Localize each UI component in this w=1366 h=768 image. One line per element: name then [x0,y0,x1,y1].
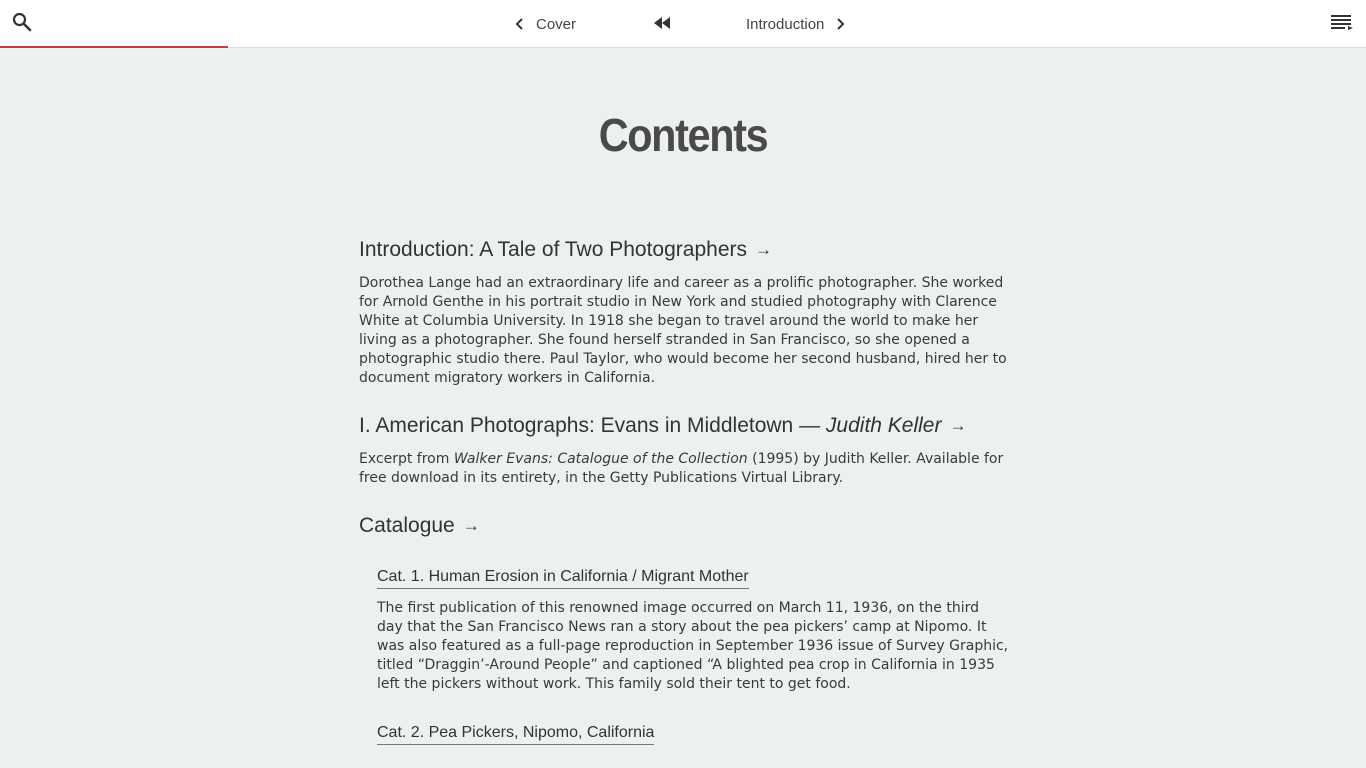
reading-progress-bar [0,46,229,48]
prev-page-link[interactable]: Cover [514,12,576,36]
search-icon [12,12,32,36]
top-navbar: Cover Introduction [0,0,1366,48]
contents-list: Introduction: A Tale of Two Photographer… [359,238,1009,768]
catalogue-link[interactable]: Catalogue → [359,514,1009,538]
catalogue-item-description: The first publication of this renowned i… [377,600,1009,692]
menu-icon [1331,14,1353,34]
evans-desc-prefix: Excerpt from [359,451,450,467]
evans-heading-author: Judith Keller [825,414,942,437]
arrow-right-icon: → [949,416,967,435]
catalogue-item: Cat. 1. Human Erosion in California / Mi… [377,566,1009,694]
evans-description: Excerpt from Walker Evans: Catalogue of … [359,450,1009,488]
contents-entry-evans: I. American Photographs: Evans in Middle… [359,414,1009,488]
first-page-button[interactable] [650,14,674,34]
rewind-icon [652,15,672,34]
search-button[interactable] [10,12,34,36]
catalogue-heading: Catalogue [359,514,455,537]
page-title: Contents [598,109,769,161]
chevron-right-icon [834,18,846,30]
evans-heading-main: I. American Photographs: Evans in Middle… [359,414,821,437]
introduction-heading: Introduction: A Tale of Two Photographer… [359,238,747,261]
catalogue-item-link[interactable]: Cat. 2. Pea Pickers, Nipomo, California [377,724,655,745]
contents-entry-catalogue: Catalogue → Cat. 1. Human Erosion in Cal… [359,514,1009,745]
prev-page-label: Cover [536,15,577,33]
evans-essay-link[interactable]: I. American Photographs: Evans in Middle… [359,414,1009,438]
evans-desc-book-title: Walker Evans: Catalogue of the Collectio… [453,451,748,467]
contents-entry-introduction: Introduction: A Tale of Two Photographer… [359,238,1009,388]
arrow-right-icon: → [462,516,480,535]
catalogue-item-link[interactable]: Cat. 1. Human Erosion in California / Mi… [377,568,749,589]
next-page-link[interactable]: Introduction [746,12,846,36]
introduction-description: Dorothea Lange had an extraordinary life… [359,275,1007,386]
menu-button[interactable] [1330,14,1354,34]
next-page-label: Introduction [746,15,825,33]
evans-heading: I. American Photographs: Evans in Middle… [359,414,941,438]
catalogue-item: Cat. 2. Pea Pickers, Nipomo, California [377,722,1009,745]
introduction-link[interactable]: Introduction: A Tale of Two Photographer… [359,238,1009,262]
arrow-right-icon: → [755,240,772,259]
chevron-left-icon [514,18,526,30]
